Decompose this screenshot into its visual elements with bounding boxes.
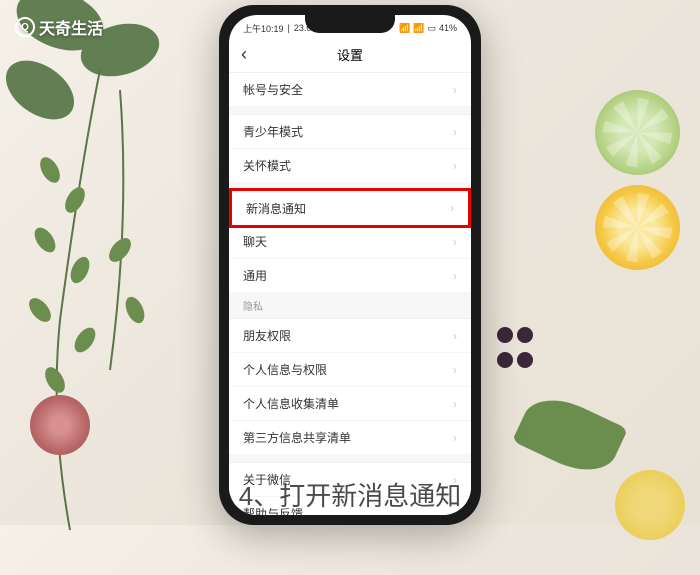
decoration-berries	[495, 325, 535, 375]
wifi-icon: 📶	[413, 23, 424, 34]
settings-item-label: 个人信息收集清单	[243, 395, 339, 412]
settings-item-chat[interactable]: 聊天 ›	[229, 225, 471, 259]
decoration-leaf-bottom	[512, 387, 628, 484]
settings-item-label: 第三方信息共享清单	[243, 429, 351, 446]
section-header-privacy: 隐私	[229, 293, 471, 319]
phone-notch	[305, 15, 395, 33]
settings-item-friends[interactable]: 朋友权限 ›	[229, 319, 471, 353]
chevron-right-icon: ›	[453, 431, 457, 445]
step-caption: 4、打开新消息通知	[239, 476, 461, 513]
settings-item-label: 关怀模式	[243, 157, 291, 174]
settings-item-label: 个人信息与权限	[243, 361, 327, 378]
settings-item-personalinfo[interactable]: 个人信息与权限 ›	[229, 353, 471, 387]
decoration-rose	[30, 395, 90, 455]
decoration-citrus	[595, 90, 680, 280]
settings-list: 帐号与安全 › 青少年模式 › 关怀模式 › 新消息通知 › 聊天 ›	[229, 73, 471, 515]
watermark-text: 天奇生活	[39, 15, 103, 39]
back-icon[interactable]: ‹	[241, 44, 247, 65]
chevron-right-icon: ›	[453, 269, 457, 283]
settings-item-general[interactable]: 通用 ›	[229, 259, 471, 293]
settings-item-label: 通用	[243, 267, 267, 284]
chevron-right-icon: ›	[453, 159, 457, 173]
settings-item-label: 聊天	[243, 233, 267, 250]
phone-frame: 上午10:19 | 23.0K/s ⊙ ⏱ 📶 📶 ▭ 41% ‹ 设置 帐号与…	[219, 5, 481, 525]
chevron-right-icon: ›	[453, 397, 457, 411]
watermark: Q 天奇生活	[15, 15, 103, 39]
settings-item-teenmode[interactable]: 青少年模式 ›	[229, 115, 471, 149]
phone-screen: 上午10:19 | 23.0K/s ⊙ ⏱ 📶 📶 ▭ 41% ‹ 设置 帐号与…	[229, 15, 471, 515]
settings-item-label: 帐号与安全	[243, 81, 303, 98]
chevron-right-icon: ›	[453, 235, 457, 249]
battery-icon: ▭	[427, 23, 436, 34]
settings-item-label: 朋友权限	[243, 327, 291, 344]
chevron-right-icon: ›	[453, 363, 457, 377]
chevron-right-icon: ›	[453, 329, 457, 343]
settings-item-label: 青少年模式	[243, 123, 303, 140]
settings-item-label: 新消息通知	[246, 200, 306, 217]
settings-item-notifications[interactable]: 新消息通知 ›	[229, 188, 471, 228]
settings-item-datacollection[interactable]: 个人信息收集清单 ›	[229, 387, 471, 421]
settings-item-account[interactable]: 帐号与安全 ›	[229, 73, 471, 107]
signal-icon: 📶	[399, 23, 410, 34]
decoration-plant-left	[0, 0, 230, 570]
settings-item-caremode[interactable]: 关怀模式 ›	[229, 149, 471, 183]
decoration-fruit-bottom	[615, 470, 685, 540]
nav-bar: ‹ 设置	[229, 37, 471, 73]
chevron-right-icon: ›	[450, 201, 454, 215]
section-gap	[229, 107, 471, 115]
watermark-icon: Q	[15, 17, 35, 37]
section-gap	[229, 455, 471, 463]
page-title: 设置	[337, 45, 363, 64]
chevron-right-icon: ›	[453, 83, 457, 97]
chevron-right-icon: ›	[453, 125, 457, 139]
battery-percent: 41%	[439, 23, 457, 33]
status-time: 上午10:19	[243, 22, 284, 35]
settings-item-thirdparty[interactable]: 第三方信息共享清单 ›	[229, 421, 471, 455]
